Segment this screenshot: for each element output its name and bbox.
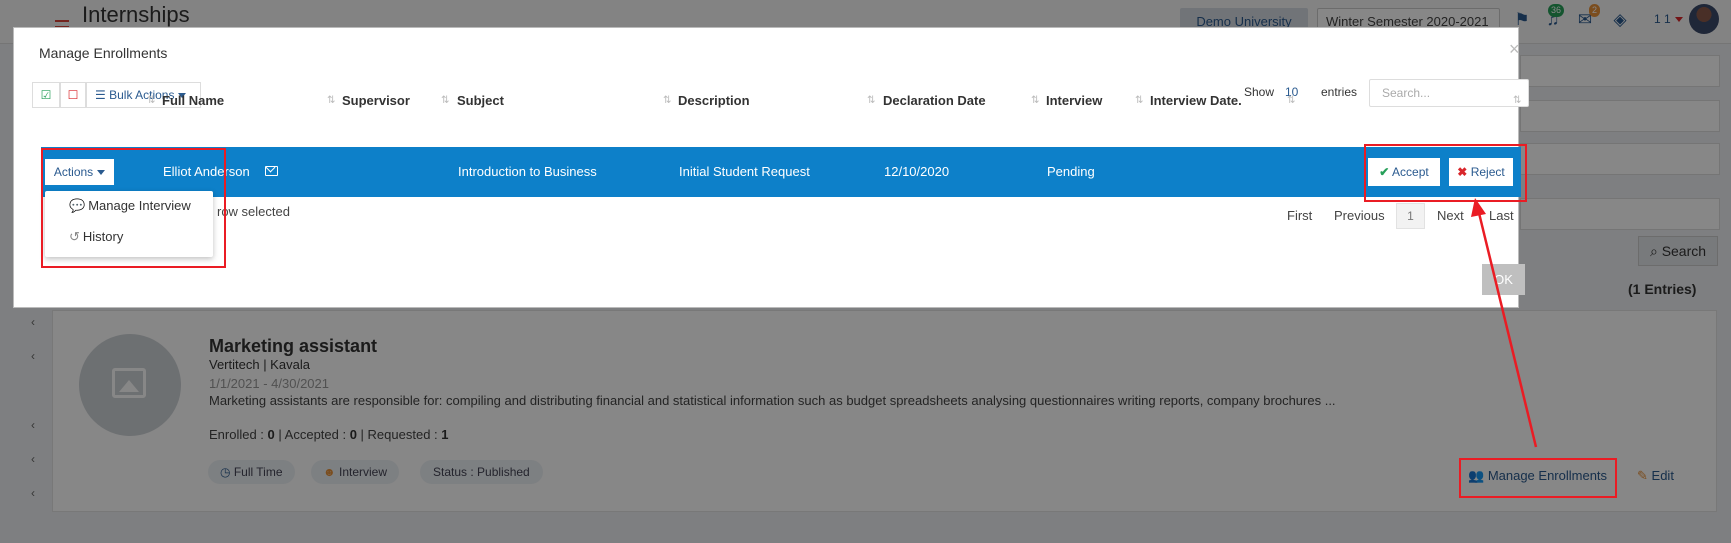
ok-button[interactable]: OK: [1482, 264, 1525, 295]
pager-current-page[interactable]: 1: [1396, 203, 1425, 229]
deselect-all-icon[interactable]: ☐: [60, 82, 86, 108]
search-input[interactable]: Search...: [1369, 79, 1529, 107]
sort-icon[interactable]: ⇅: [1135, 95, 1144, 106]
column-header-description[interactable]: Description: [678, 93, 750, 108]
sort-icon[interactable]: ⇅: [327, 95, 336, 106]
show-label: Show: [1244, 85, 1275, 99]
sort-icon[interactable]: ⇅: [147, 95, 156, 106]
column-header-supervisor[interactable]: Supervisor: [342, 93, 410, 108]
modal-title: Manage Enrollments: [39, 45, 168, 61]
column-header-declaration-date[interactable]: Declaration Date: [883, 93, 986, 108]
column-header-subject[interactable]: Subject: [457, 93, 504, 108]
sort-icon[interactable]: ⇅: [441, 95, 450, 106]
annotation-box-manage-enrollments: [1459, 458, 1617, 498]
annotation-box-accept-reject: [1364, 144, 1527, 202]
annotation-box-actions: [41, 148, 226, 268]
pager-previous[interactable]: Previous: [1334, 208, 1385, 223]
cell-interview: Pending: [1047, 164, 1095, 179]
sort-icon[interactable]: ⇅: [1513, 95, 1522, 106]
sort-icon[interactable]: ⇅: [1287, 95, 1296, 106]
sort-icon[interactable]: ⇅: [1031, 95, 1040, 106]
cell-description: Initial Student Request: [679, 164, 810, 179]
cell-subject: Introduction to Business: [458, 164, 597, 179]
pager-last[interactable]: Last: [1489, 208, 1514, 223]
column-header-interview[interactable]: Interview: [1046, 93, 1102, 108]
envelope-icon[interactable]: [265, 166, 278, 176]
selection-info: row selected: [217, 204, 290, 219]
pager-next[interactable]: Next: [1437, 208, 1464, 223]
column-header-full-name[interactable]: Full Name: [162, 93, 224, 108]
sort-icon[interactable]: ⇅: [867, 95, 876, 106]
column-header-interview-date[interactable]: Interview Date.: [1150, 93, 1242, 108]
sort-icon[interactable]: ⇅: [663, 95, 672, 106]
select-all-icon[interactable]: ☑: [32, 82, 60, 108]
pager-first[interactable]: First: [1287, 208, 1312, 223]
cell-declaration-date: 12/10/2020: [884, 164, 950, 179]
close-icon[interactable]: ×: [1509, 40, 1520, 58]
entries-label: entries: [1321, 85, 1358, 99]
list-icon: ☰: [95, 88, 106, 102]
